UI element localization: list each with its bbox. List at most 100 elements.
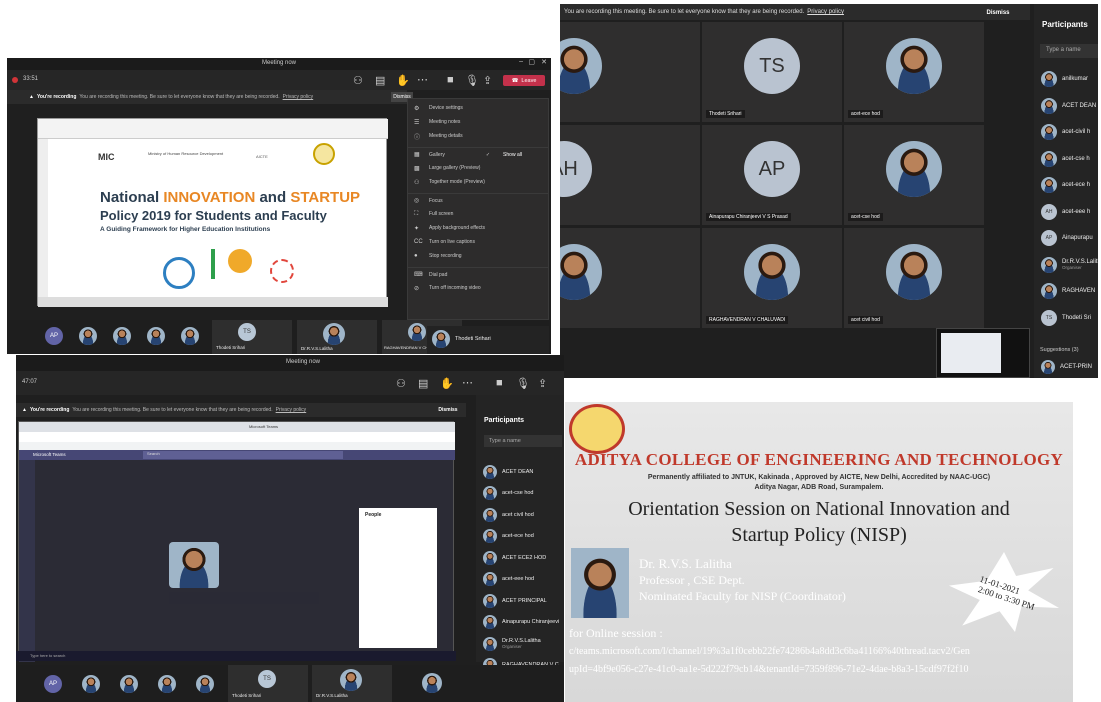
chat-icon[interactable]: ▤: [375, 74, 385, 87]
menu-item[interactable]: ▩ Large gallery (Preview): [408, 161, 548, 175]
avatar-photo[interactable]: [196, 675, 214, 693]
participant-row[interactable]: ACET PRINCIPAL: [480, 590, 564, 612]
teams-link-1[interactable]: c/teams.microsoft.com/l/channel/19%3a1f0…: [569, 646, 1069, 657]
participant-row[interactable]: acet-civil h: [1038, 119, 1098, 146]
show-all-button[interactable]: Show all: [503, 152, 522, 158]
leave-button[interactable]: ☎ Leave: [503, 75, 545, 86]
avatar-photo[interactable]: [79, 327, 97, 345]
avatar-photo[interactable]: [147, 327, 165, 345]
share-icon[interactable]: ⇪: [483, 74, 492, 87]
video-tile[interactable]: TS Thodeti Srihari: [702, 22, 842, 122]
video-tile[interactable]: AP Ainapurapu Chiranjeevi V S Prasad: [702, 125, 842, 225]
avatar-photo[interactable]: [113, 327, 131, 345]
participant-row[interactable]: ACET DEAN: [1038, 93, 1098, 120]
avatar-photo: [560, 244, 602, 300]
menu-item[interactable]: ☰ Meeting notes: [408, 115, 548, 129]
participant-row[interactable]: acet-ece h: [1038, 172, 1098, 199]
participant-row[interactable]: acet civil hod: [480, 504, 564, 526]
participant-row[interactable]: acet-eee hod: [480, 569, 564, 591]
suggestion-item[interactable]: ACET-PRIN: [1038, 356, 1098, 377]
info-icon: ⓘ: [414, 134, 421, 141]
teams-link-2[interactable]: upId=4bf9e056-c27e-41c0-aa1e-5d222f79cb1…: [569, 664, 1069, 675]
raise-hand-icon[interactable]: ✋: [440, 377, 454, 390]
menu-item[interactable]: CC Turn on live captions: [408, 235, 548, 249]
video-tile[interactable]: acet-cse hod: [844, 125, 984, 225]
avatar-photo[interactable]: [158, 675, 176, 693]
mic-icon[interactable]: 🎙: [465, 74, 479, 87]
taskbar-search[interactable]: Type here to search: [30, 653, 65, 658]
privacy-link[interactable]: Privacy policy: [807, 9, 844, 15]
participant-row[interactable]: Ainapurapu Chiranjeevi: [480, 612, 564, 634]
menu-item[interactable]: ● Stop recording: [408, 249, 548, 263]
video-tile[interactable]: AH: [560, 125, 700, 225]
participant-name: RAGHAVEN: [1062, 288, 1096, 295]
participants-panel: Participants Type a name ACET DEAN acet-c…: [476, 395, 564, 673]
avatar-ap[interactable]: AP: [45, 327, 63, 345]
nisp-slide: ADITYA COLLEGE OF ENGINEERING AND TECHNO…: [565, 402, 1073, 702]
participant-name: Thodeti Sri: [1062, 314, 1092, 321]
mic-icon[interactable]: 🎙: [516, 377, 530, 390]
participant-row[interactable]: TS Thodeti Sri: [1038, 305, 1098, 332]
participant-row[interactable]: ACET DEAN: [480, 461, 564, 483]
recording-banner: You are recording this meeting. Be sure …: [560, 4, 1030, 20]
maximize-icon[interactable]: ▢: [528, 58, 535, 66]
camera-icon[interactable]: ■: [496, 377, 503, 389]
menu-item[interactable]: ⚇ Together mode (Preview): [408, 175, 548, 189]
participant-search[interactable]: Type a name: [1040, 44, 1098, 58]
menu-item[interactable]: ⛶ Full screen: [408, 207, 548, 221]
inner-search[interactable]: Search: [143, 451, 343, 459]
recording-banner: ▲ You're recording You are recording thi…: [7, 90, 407, 104]
menu-item-label: Turn on live captions: [429, 239, 475, 245]
participant-row[interactable]: acet-cse hod: [480, 483, 564, 505]
avatar-ts: TS: [258, 670, 276, 688]
participant-name: anilkumar: [1062, 76, 1089, 83]
video-tile[interactable]: acet civil hod: [844, 228, 984, 328]
dismiss-button[interactable]: Dismiss: [434, 405, 462, 415]
participant-row[interactable]: Dr.R.V.S.LalithaOrganiser: [480, 633, 564, 655]
chat-icon[interactable]: ▤: [418, 377, 428, 390]
minimize-icon[interactable]: –: [519, 58, 523, 65]
participant-row[interactable]: Dr.R.V.S.LalithaOrganiser: [1038, 252, 1098, 279]
participant-row[interactable]: ACET ECE2 HOD: [480, 547, 564, 569]
participant-role: Organiser: [502, 644, 522, 650]
avatar-photo[interactable]: [82, 675, 100, 693]
raise-hand-icon[interactable]: ✋: [396, 74, 410, 87]
video-tile[interactable]: acet-ece hod: [844, 22, 984, 122]
participant-row[interactable]: AP Ainapurapu: [1038, 225, 1098, 252]
participant-row[interactable]: AH acet-eee h: [1038, 199, 1098, 226]
video-tile: TS Thodeti Srihari: [228, 665, 308, 702]
participant-search[interactable]: Type a name: [484, 435, 562, 447]
menu-item[interactable]: ▦ Gallery ✓ Show all: [408, 147, 548, 161]
browser-tab[interactable]: Microsoft Teams: [249, 424, 278, 429]
more-actions-icon[interactable]: ⋯: [417, 73, 428, 86]
privacy-link[interactable]: Privacy policy: [283, 94, 314, 100]
participant-row[interactable]: anilkumar: [1038, 66, 1098, 93]
privacy-link[interactable]: Privacy policy: [276, 407, 307, 413]
face-image: [1041, 283, 1057, 300]
menu-item[interactable]: ◎ Focus: [408, 193, 548, 207]
share-icon[interactable]: ⇪: [538, 377, 547, 390]
menu-item[interactable]: ⚙ Device settings: [408, 101, 548, 115]
avatar-ap[interactable]: AP: [44, 675, 62, 693]
avatar-photo[interactable]: [120, 675, 138, 693]
participant-row[interactable]: RAGHAVEN: [1038, 278, 1098, 305]
avatar-photo[interactable]: [181, 327, 199, 345]
more-actions-icon[interactable]: ⋯: [462, 376, 473, 389]
dismiss-button[interactable]: Dismiss: [978, 7, 1018, 19]
video-tile[interactable]: [560, 22, 700, 122]
menu-item[interactable]: ✦ Apply background effects: [408, 221, 548, 235]
menu-item[interactable]: ⌨ Dial pad: [408, 267, 548, 281]
avatar-photo[interactable]: [422, 673, 442, 693]
suggestions-header[interactable]: Suggestions (3): [1040, 347, 1079, 353]
video-tile[interactable]: RAGHAVENDRAN V CHALUVADI: [702, 228, 842, 328]
close-icon[interactable]: ✕: [541, 58, 547, 66]
menu-item[interactable]: ⊘ Turn off incoming video: [408, 281, 548, 295]
participants-icon[interactable]: ⚇: [396, 377, 406, 390]
participant-row[interactable]: acet-cse h: [1038, 146, 1098, 173]
video-tile[interactable]: [560, 228, 700, 328]
participant-row[interactable]: acet-ece hod: [480, 526, 564, 548]
bulb-graphic: [228, 249, 252, 273]
menu-item[interactable]: ⓘ Meeting details: [408, 129, 548, 143]
camera-icon[interactable]: ■: [447, 74, 454, 86]
participants-icon[interactable]: ⚇: [353, 74, 363, 87]
